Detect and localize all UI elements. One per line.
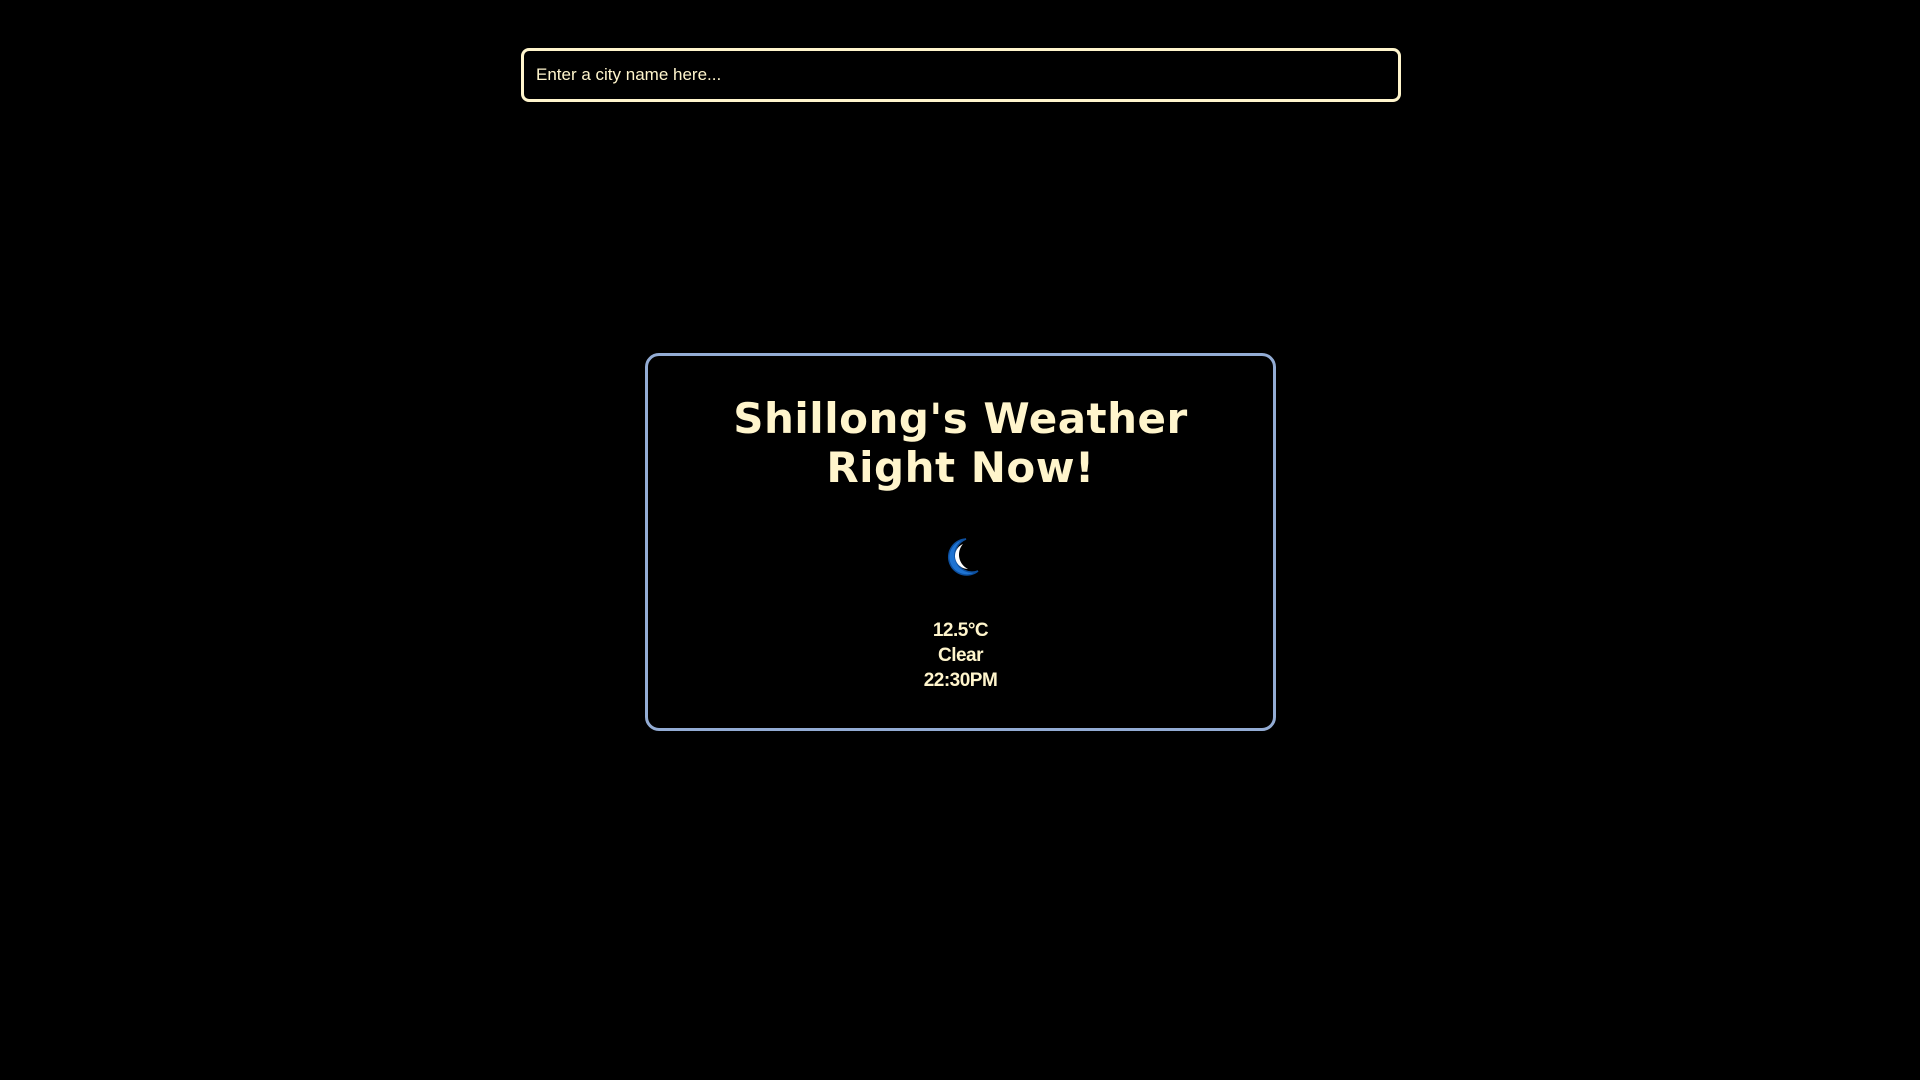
moon-icon [947, 538, 978, 576]
weather-condition: Clear [937, 645, 984, 666]
search-box[interactable] [521, 48, 1401, 102]
weather-card: Shillong's Weather Right Now! 12.5°C Cle… [645, 353, 1276, 731]
weather-title: Shillong's Weather Right Now! [733, 394, 1188, 492]
local-time: 22:30PM [923, 670, 998, 691]
city-search-input[interactable] [524, 51, 1398, 99]
page: Shillong's Weather Right Now! 12.5°C Cle… [0, 0, 1920, 1080]
weather-stats: 12.5°C Clear 22:30PM [648, 618, 1273, 693]
temperature-value: 12.5°C [932, 620, 989, 641]
